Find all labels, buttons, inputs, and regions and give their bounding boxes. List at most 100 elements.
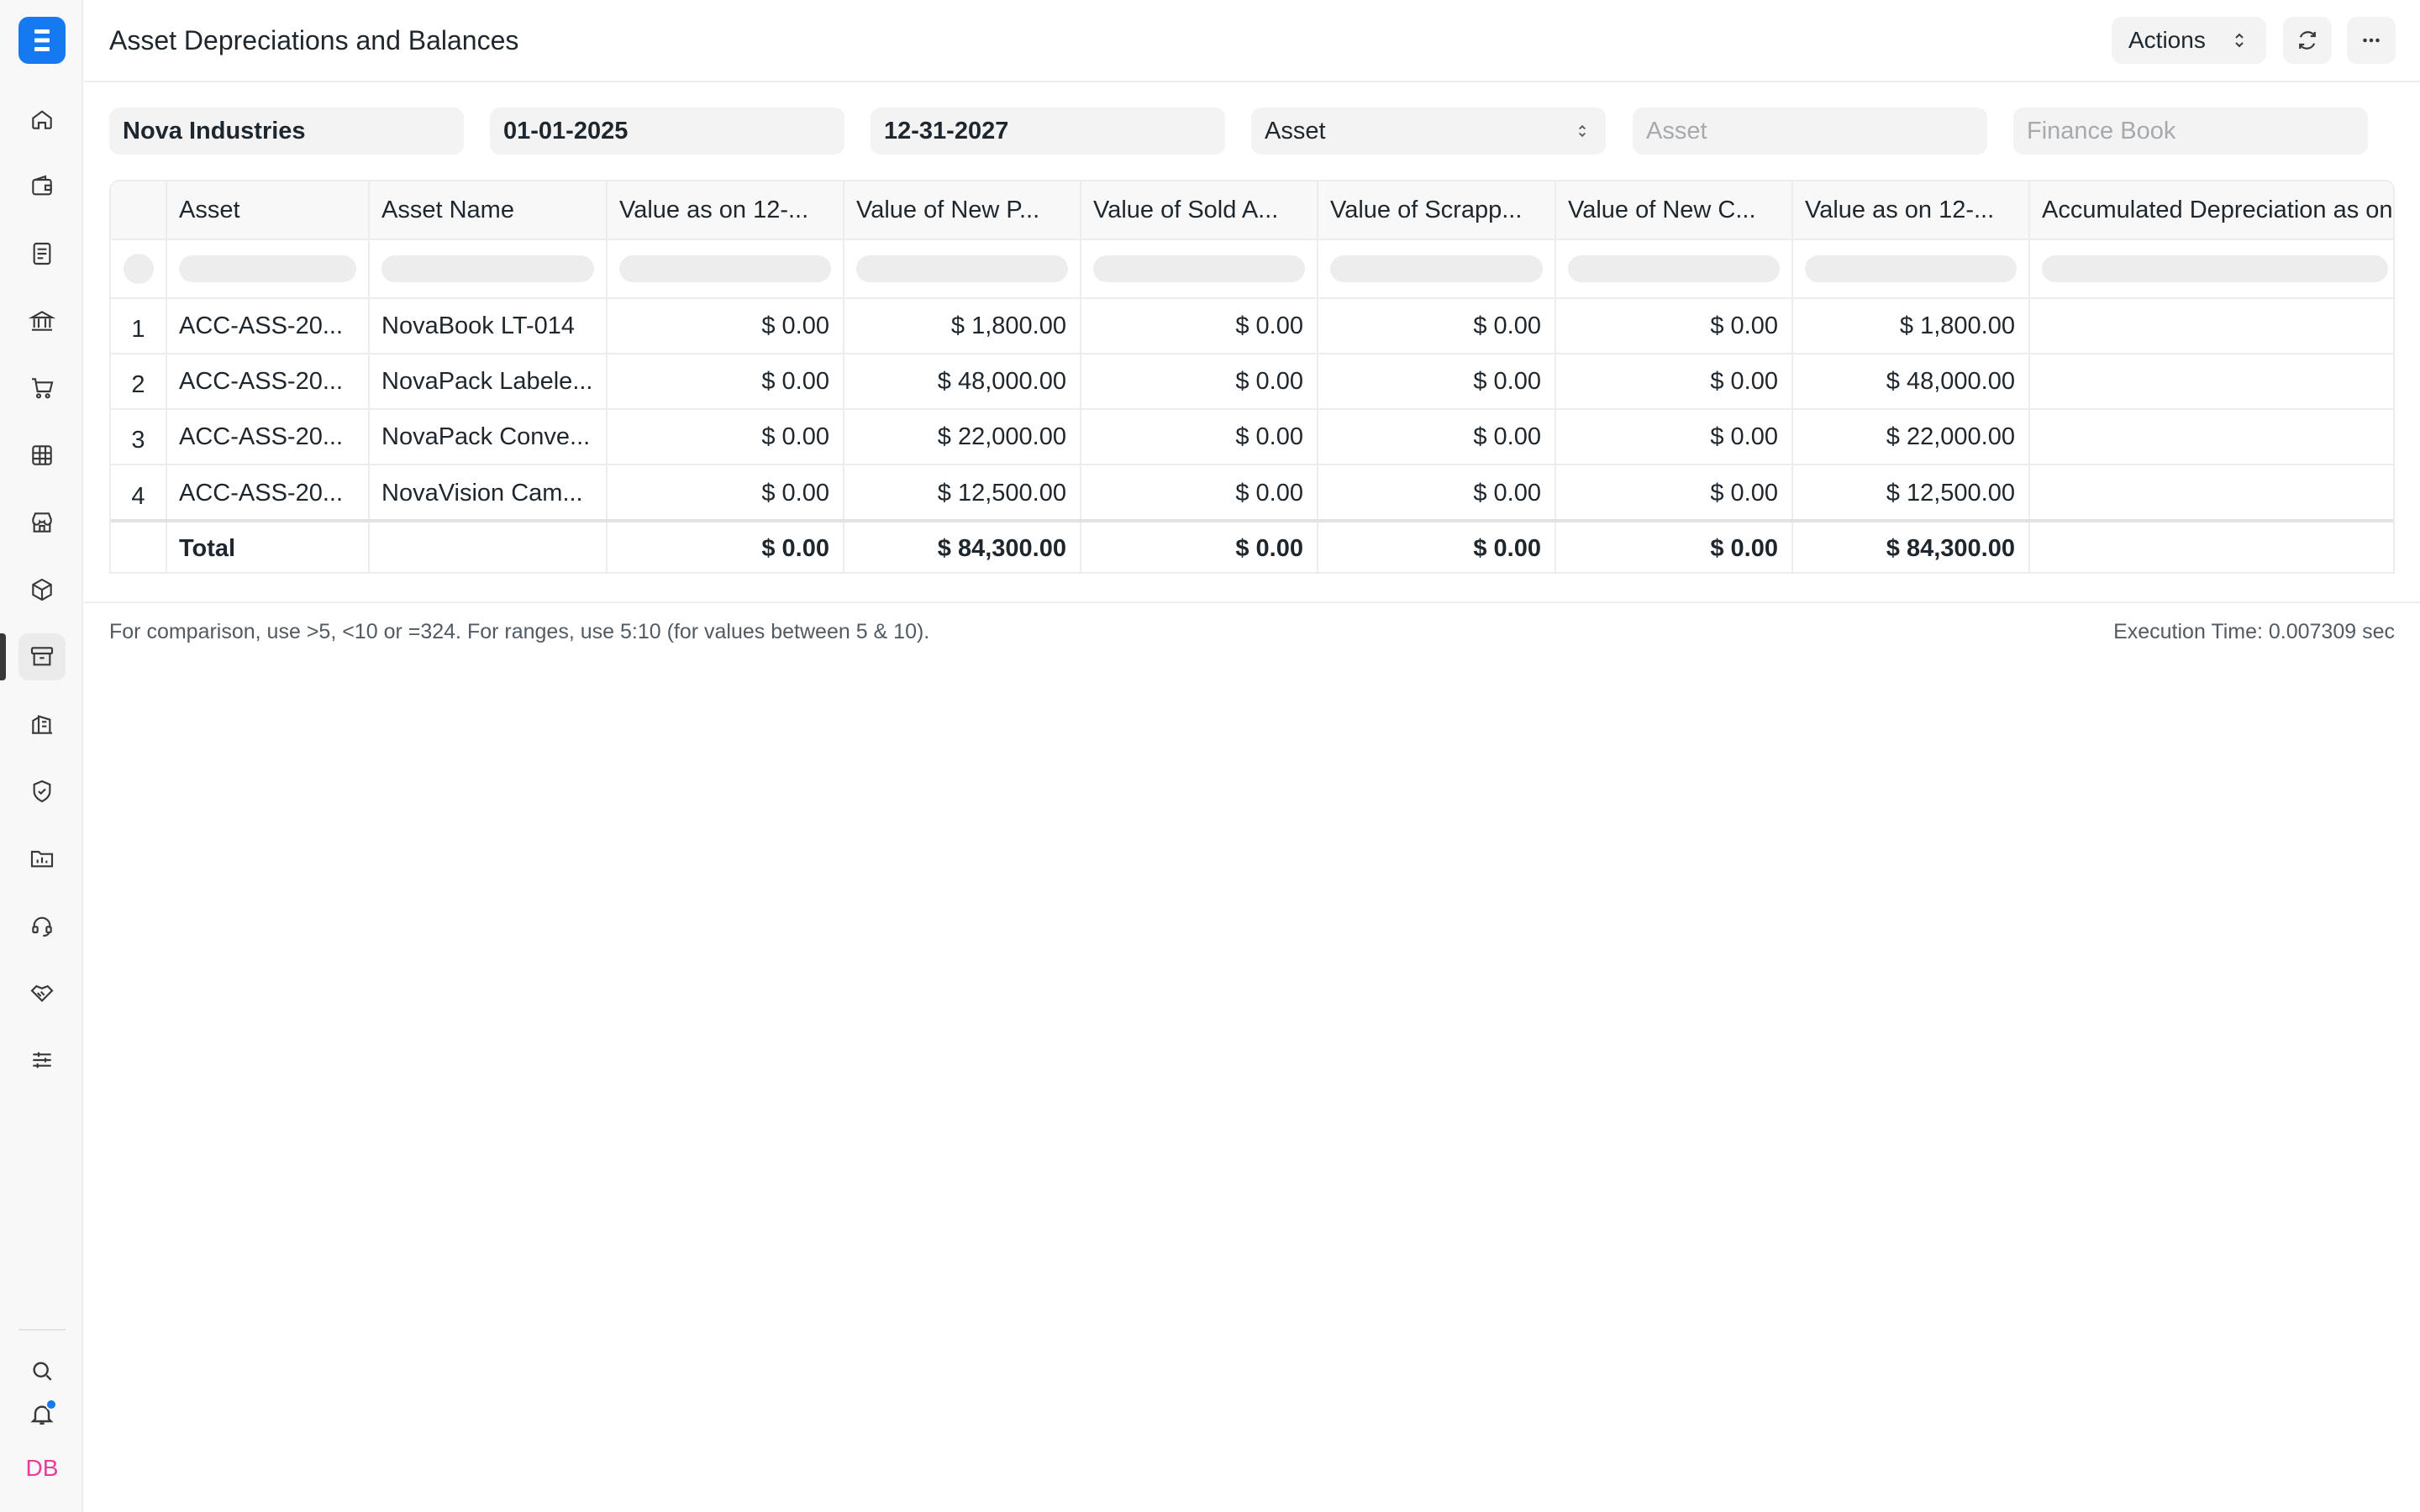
- group-by-select[interactable]: Asset: [1251, 108, 1606, 155]
- sidebar-item-support[interactable]: [18, 902, 66, 949]
- sidebar-notifications[interactable]: [18, 1391, 66, 1438]
- asset-name-cell[interactable]: NovaBook LT-014: [370, 299, 608, 353]
- value-cell[interactable]: $ 0.00: [1556, 465, 1793, 521]
- value-cell[interactable]: $ 0.00: [1081, 410, 1318, 464]
- value-cell[interactable]: $ 0.00: [1318, 465, 1556, 521]
- column-filter-input[interactable]: [381, 255, 594, 282]
- shield-icon: [33, 780, 51, 803]
- asset-cell[interactable]: ACC-ASS-20...: [167, 299, 370, 353]
- value-cell[interactable]: $ 0.00: [1318, 354, 1556, 408]
- table-row[interactable]: 1 ACC-ASS-20... NovaBook LT-014 $ 0.00 $…: [111, 299, 2393, 354]
- value-cell[interactable]: $ 22,000.00: [844, 410, 1081, 464]
- filter-cell-scrapped: [1318, 240, 1556, 297]
- column-filter-input[interactable]: [179, 255, 356, 282]
- sidebar-search[interactable]: [18, 1347, 66, 1394]
- value-cell[interactable]: $ 1,800.00: [1793, 299, 2030, 353]
- sidebar-item-buying[interactable]: [18, 365, 66, 412]
- bank-icon: [29, 311, 55, 331]
- column-header-new-capitalization[interactable]: Value of New C...: [1556, 181, 1793, 239]
- column-header-scrapped[interactable]: Value of Scrapp...: [1318, 181, 1556, 239]
- value-cell[interactable]: $ 0.00: [1081, 465, 1318, 521]
- app-logo[interactable]: [18, 17, 66, 64]
- sidebar-item-banking[interactable]: [18, 297, 66, 344]
- value-cell[interactable]: $ 0.00: [608, 354, 844, 408]
- sidebar-item-selling[interactable]: [18, 499, 66, 546]
- table-row[interactable]: 4 ACC-ASS-20... NovaVision Cam... $ 0.00…: [111, 465, 2393, 521]
- column-header-new-purchase[interactable]: Value of New P...: [844, 181, 1081, 239]
- sidebar-item-quality[interactable]: [18, 768, 66, 815]
- row-index: 3: [111, 410, 167, 464]
- column-filter-input[interactable]: [856, 255, 1068, 282]
- sidebar-item-manufacturing[interactable]: [18, 701, 66, 748]
- sidebar-item-assets[interactable]: [18, 633, 66, 680]
- column-header-accumulated-depreciation[interactable]: Accumulated Depreciation as on: [2030, 181, 2393, 239]
- value-cell[interactable]: $ 0.00: [1081, 354, 1318, 408]
- table-row[interactable]: 2 ACC-ASS-20... NovaPack Labele... $ 0.0…: [111, 354, 2393, 410]
- column-header-asset[interactable]: Asset: [167, 181, 370, 239]
- sidebar-item-home[interactable]: [18, 96, 66, 143]
- table-header-row: Asset Asset Name Value as on 12-... Valu…: [111, 181, 2393, 240]
- row-filter-dot[interactable]: [123, 254, 154, 284]
- to-date-filter[interactable]: 12-31-2027: [871, 108, 1225, 155]
- value-cell[interactable]: $ 0.00: [1556, 410, 1793, 464]
- value-cell[interactable]: $ 12,500.00: [844, 465, 1081, 521]
- asset-name-cell[interactable]: NovaPack Labele...: [370, 354, 608, 408]
- finance-book-filter[interactable]: Finance Book: [2013, 108, 2368, 155]
- sidebar-item-settings[interactable]: [18, 1037, 66, 1084]
- asset-cell[interactable]: ACC-ASS-20...: [167, 465, 370, 521]
- column-header-asset-name[interactable]: Asset Name: [370, 181, 608, 239]
- sidebar-item-invoicing[interactable]: [18, 230, 66, 277]
- value-cell[interactable]: $ 0.00: [608, 465, 844, 521]
- logo-icon: [34, 29, 50, 51]
- sidebar-item-projects[interactable]: [18, 835, 66, 882]
- search-icon: [33, 1362, 52, 1381]
- asset-name-cell[interactable]: NovaVision Cam...: [370, 465, 608, 521]
- from-date-filter[interactable]: 01-01-2025: [490, 108, 844, 155]
- refresh-button[interactable]: [2283, 17, 2332, 64]
- total-index-cell: [111, 522, 167, 572]
- asset-name-cell[interactable]: NovaPack Conve...: [370, 410, 608, 464]
- value-cell[interactable]: $ 0.00: [1318, 299, 1556, 353]
- handshake-icon: [30, 984, 54, 1002]
- value-cell[interactable]: $ 12,500.00: [1793, 465, 2030, 521]
- total-value-cell: $ 84,300.00: [1793, 522, 2030, 572]
- value-cell[interactable]: $ 22,000.00: [1793, 410, 2030, 464]
- column-header-closing-value[interactable]: Value as on 12-...: [1793, 181, 2030, 239]
- column-filter-input[interactable]: [1568, 255, 1780, 282]
- table-icon: [32, 445, 52, 465]
- group-by-value: Asset: [1265, 118, 1326, 144]
- filter-cell-closing-value: [1793, 240, 2030, 297]
- column-header-sold-assets[interactable]: Value of Sold A...: [1081, 181, 1318, 239]
- value-cell[interactable]: $ 48,000.00: [1793, 354, 2030, 408]
- sidebar-item-stock[interactable]: [18, 566, 66, 613]
- avatar[interactable]: DB: [18, 1445, 66, 1492]
- value-cell[interactable]: $ 0.00: [608, 299, 844, 353]
- more-options-button[interactable]: [2347, 17, 2396, 64]
- value-cell[interactable]: $ 48,000.00: [844, 354, 1081, 408]
- asset-cell[interactable]: ACC-ASS-20...: [167, 410, 370, 464]
- value-cell[interactable]: $ 0.00: [1318, 410, 1556, 464]
- sidebar-item-crm[interactable]: [18, 969, 66, 1016]
- column-filter-input[interactable]: [1093, 255, 1305, 282]
- column-header-opening-value[interactable]: Value as on 12-...: [608, 181, 844, 239]
- column-filter-input[interactable]: [1330, 255, 1543, 282]
- column-filter-input[interactable]: [2042, 255, 2388, 282]
- actions-button[interactable]: Actions: [2112, 17, 2266, 64]
- column-filter-row: [111, 240, 2393, 299]
- more-horizontal-icon: [2363, 38, 2380, 43]
- value-cell[interactable]: $ 0.00: [608, 410, 844, 464]
- sidebar-item-reports[interactable]: [18, 432, 66, 479]
- value-cell[interactable]: $ 0.00: [1081, 299, 1318, 353]
- column-filter-input[interactable]: [1805, 255, 2017, 282]
- total-value-cell: $ 0.00: [608, 522, 844, 572]
- value-cell[interactable]: $ 1,800.00: [844, 299, 1081, 353]
- value-cell[interactable]: $ 0.00: [1556, 299, 1793, 353]
- asset-filter[interactable]: Asset: [1633, 108, 1987, 155]
- page-title: Asset Depreciations and Balances: [109, 25, 519, 55]
- asset-cell[interactable]: ACC-ASS-20...: [167, 354, 370, 408]
- value-cell[interactable]: $ 0.00: [1556, 354, 1793, 408]
- sidebar-item-accounting[interactable]: [18, 163, 66, 210]
- company-filter[interactable]: Nova Industries: [109, 108, 464, 155]
- column-filter-input[interactable]: [619, 255, 831, 282]
- table-row[interactable]: 3 ACC-ASS-20... NovaPack Conve... $ 0.00…: [111, 410, 2393, 465]
